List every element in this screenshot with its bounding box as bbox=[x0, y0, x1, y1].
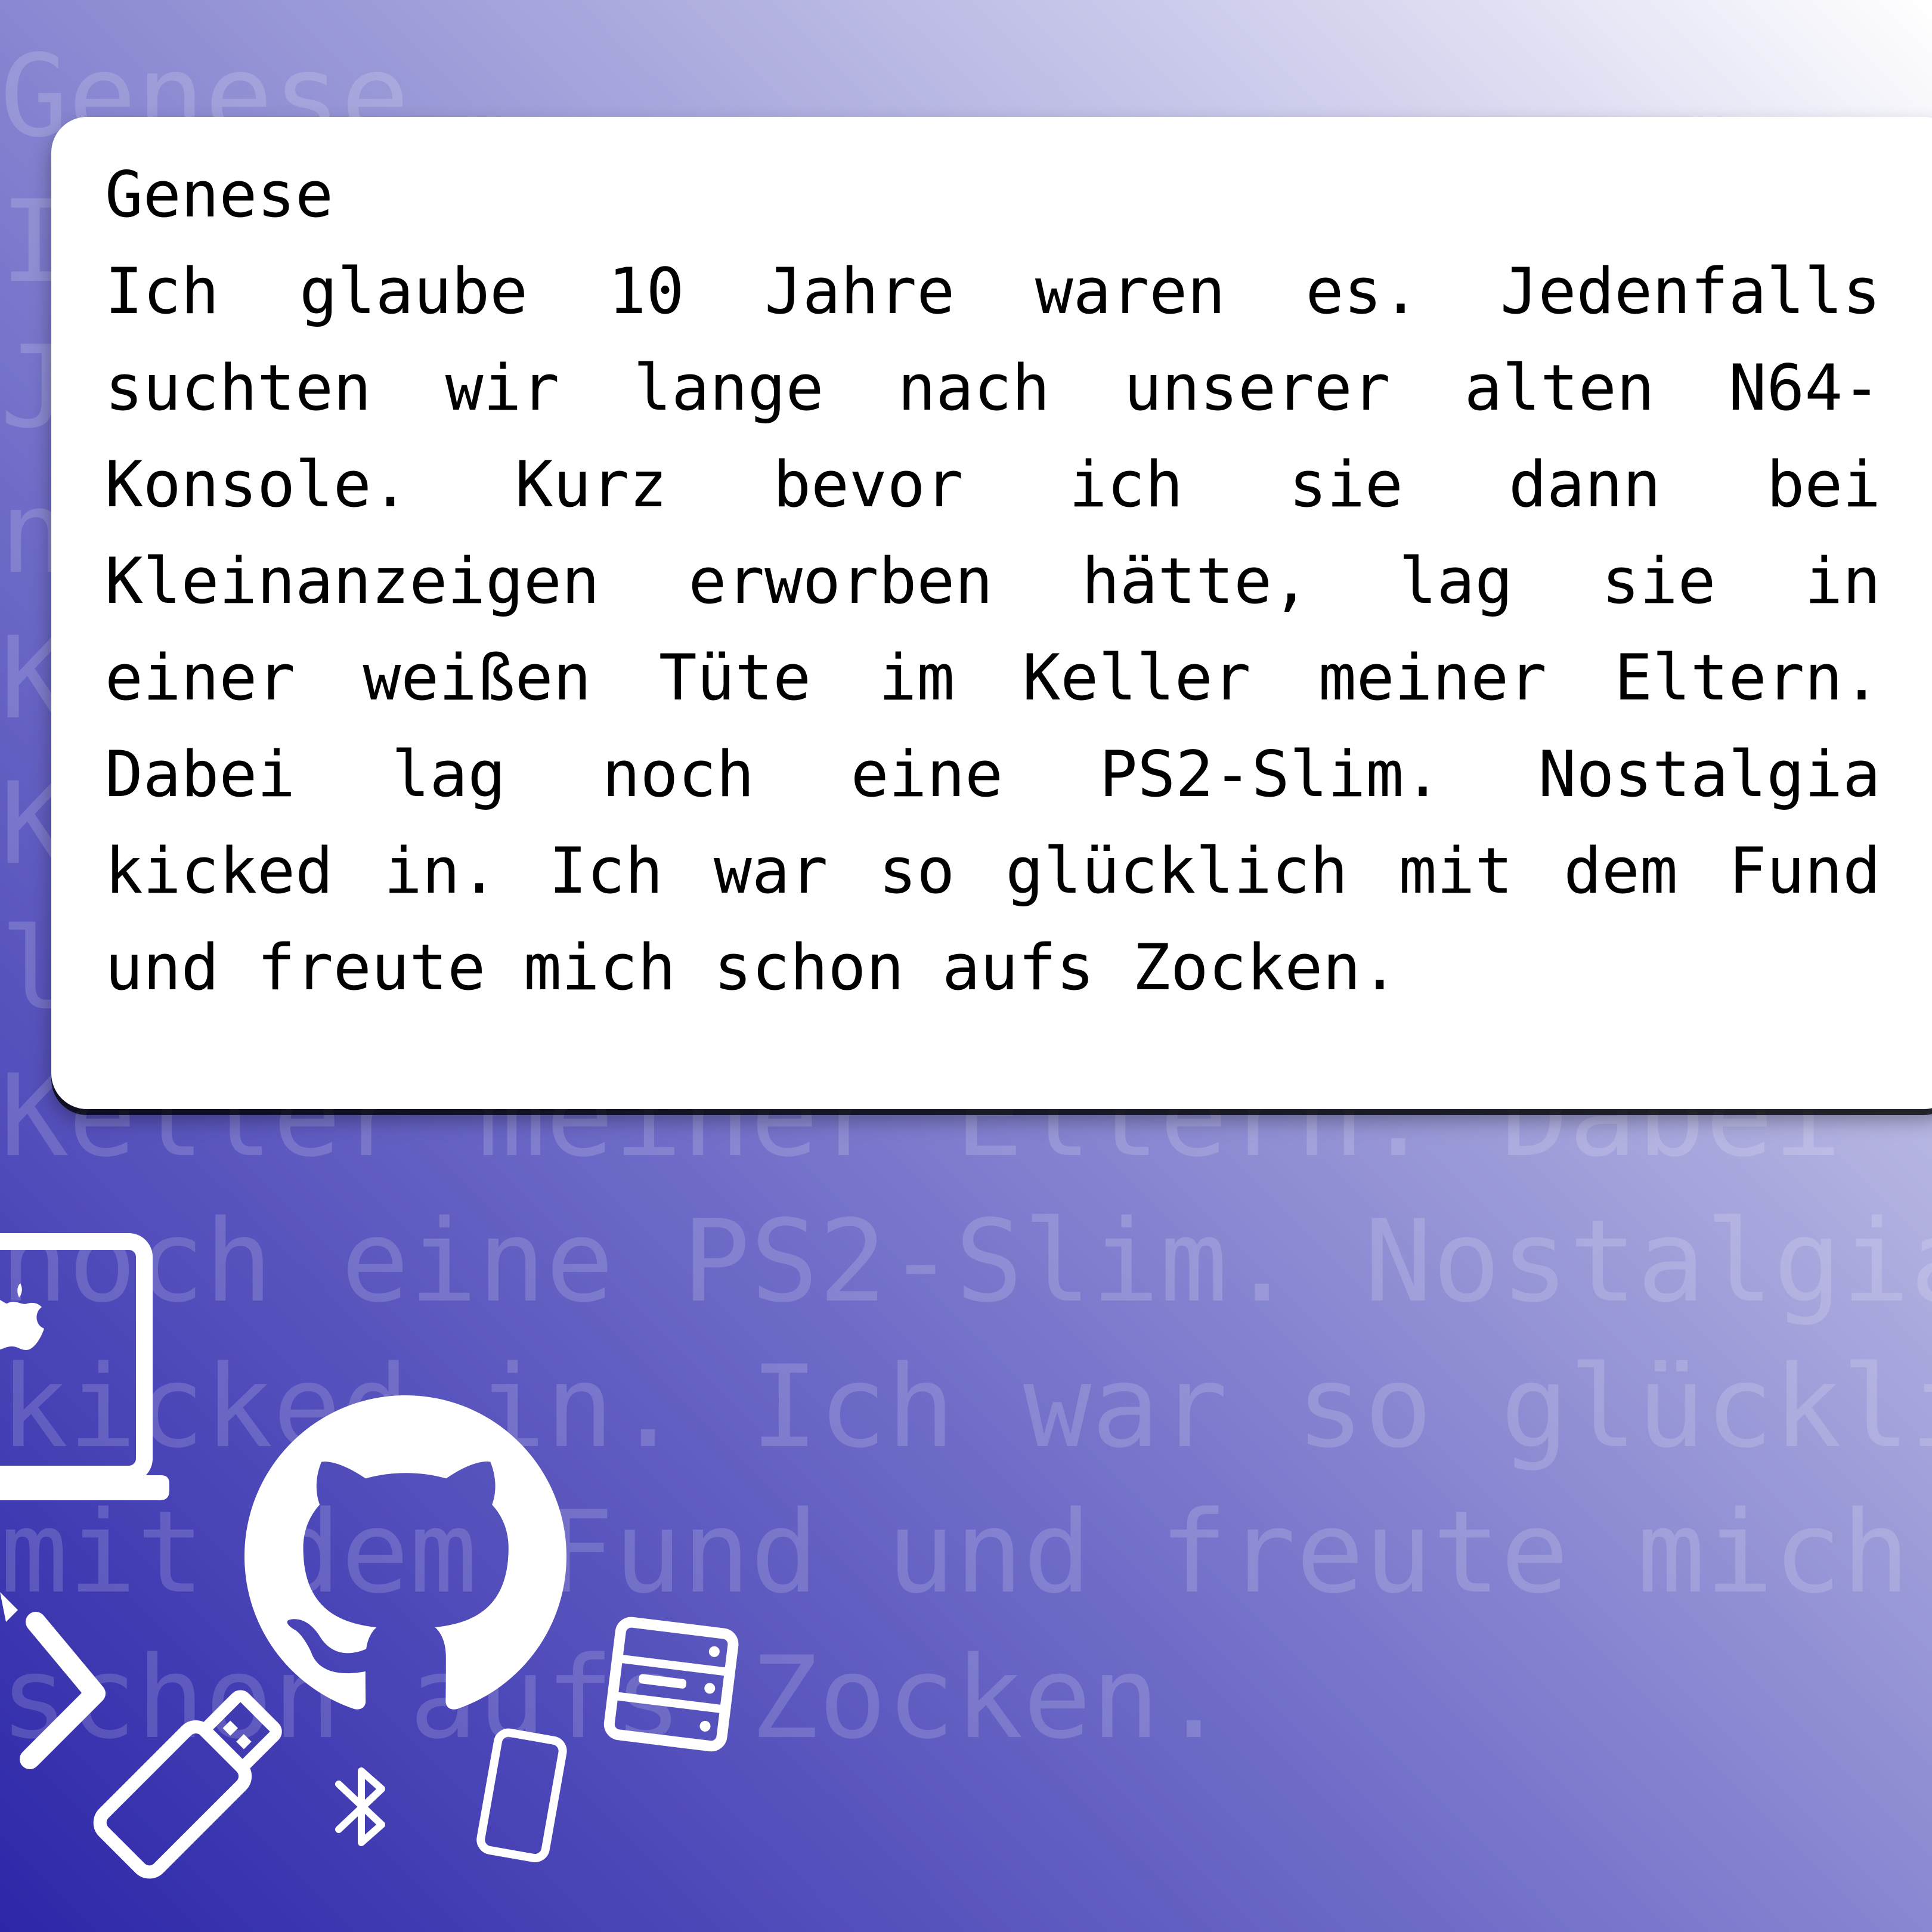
card-text-line: Dabei lag noch eine PS2-Slim. Nostalgia bbox=[105, 738, 1881, 811]
card-text-line: Konsole. Kurz bevor ich sie dann bei bbox=[105, 448, 1881, 521]
card-text-line: Ich glaube 10 Jahre waren es. Jedenfalls bbox=[105, 255, 1881, 328]
card-text-line: einer weißen Tüte im Keller meiner Elter… bbox=[105, 641, 1881, 714]
background-line: noch eine PS2-Slim. Nostalgia bbox=[0, 1196, 1932, 1327]
github-icon bbox=[244, 1395, 566, 1717]
usb-stick-icon bbox=[60, 1670, 298, 1908]
smartphone-icon bbox=[465, 1723, 572, 1866]
text-card: Genese Ich glaube 10 Jahre waren es. Jed… bbox=[51, 117, 1932, 1109]
scene: Genese I Jn K Kl Keller meiner Eltern. Dabei… bbox=[0, 0, 1932, 1932]
server-icon bbox=[596, 1610, 751, 1765]
card-title: Genese bbox=[105, 158, 333, 231]
card-text-line: kicked in. Ich war so glücklich mit dem … bbox=[105, 834, 1881, 908]
card-text-line: Kleinanzeigen erworben hätte, lag sie in bbox=[105, 544, 1881, 618]
card-text-line: suchten wir lange nach unserer alten N64… bbox=[105, 351, 1881, 425]
laptop-apple-icon bbox=[0, 1228, 197, 1515]
card-text-line: und freute mich schon aufs Zocken. bbox=[105, 931, 1399, 1004]
bluetooth-icon bbox=[327, 1753, 398, 1860]
